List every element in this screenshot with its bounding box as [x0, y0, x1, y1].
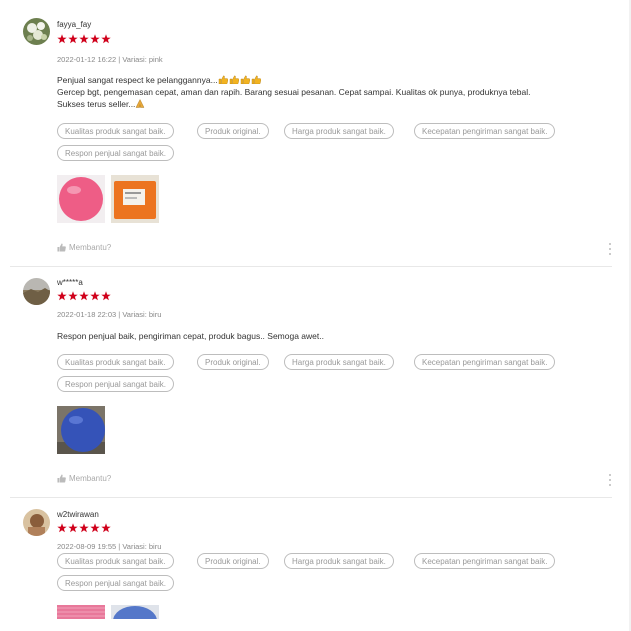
star-icon	[101, 34, 111, 44]
star-icon	[57, 34, 67, 44]
review-photo-blue-ball[interactable]	[57, 406, 105, 454]
star-icon	[68, 291, 78, 301]
comment-line: Respon penjual baik, pengiriman cepat, p…	[57, 331, 324, 341]
star-icon	[101, 523, 111, 533]
review-date-variant: 2022-08-09 19:55 | Variasi: biru	[57, 542, 162, 551]
divider	[10, 497, 612, 498]
review-tag: Kualitas produk sangat baik.	[57, 354, 174, 370]
review-date-variant: 2022-01-12 16:22 | Variasi: pink	[57, 55, 163, 64]
thumbs-up-emoji	[240, 75, 250, 84]
review-tag: Kecepatan pengiriman sangat baik.	[414, 354, 556, 370]
review-tag: Produk original.	[197, 123, 269, 139]
review-tag: Produk original.	[197, 553, 269, 569]
star-icon	[57, 523, 67, 533]
star-icon	[57, 291, 67, 301]
helpful-button[interactable]: Membantu?	[57, 243, 111, 252]
review-tag: Harga produk sangat baik.	[284, 123, 394, 139]
thumbs-up-emoji	[218, 75, 228, 84]
star-icon	[79, 34, 89, 44]
helpful-button[interactable]: Membantu?	[57, 474, 111, 483]
review-tag: Harga produk sangat baik.	[284, 354, 394, 370]
folded-hands-emoji	[136, 99, 145, 108]
star-icon	[90, 34, 100, 44]
comment-line: Penjual sangat respect ke pelanggannya..…	[57, 75, 218, 85]
review-photo-orange-package[interactable]	[111, 175, 159, 223]
helpful-label: Membantu?	[69, 474, 112, 483]
thumbs-up-icon	[57, 474, 66, 483]
review-photo-pink-ball[interactable]	[57, 605, 105, 619]
review-tag: Respon penjual sangat baik.	[57, 575, 174, 591]
review-photo-pink-ball[interactable]	[57, 175, 105, 223]
review-tag: Respon penjual sangat baik.	[57, 376, 174, 392]
avatar[interactable]	[23, 278, 50, 305]
thumbs-up-emoji	[229, 75, 239, 84]
reviewer-name[interactable]: fayya_fay	[57, 20, 91, 29]
review-comment: Penjual sangat respect ke pelanggannya..…	[57, 74, 587, 110]
star-icon	[79, 291, 89, 301]
review-tag: Kecepatan pengiriman sangat baik.	[414, 553, 556, 569]
star-icon	[68, 523, 78, 533]
review-date-variant: 2022-01-18 22:03 | Variasi: biru	[57, 310, 162, 319]
reviewer-name[interactable]: w2twirawan	[57, 510, 99, 519]
divider	[10, 266, 612, 267]
more-vertical-icon[interactable]	[607, 474, 613, 486]
star-rating	[57, 291, 111, 301]
thumbs-up-emoji	[251, 75, 261, 84]
comment-line: Gercep bgt, pengemasan cepat, aman dan r…	[57, 87, 531, 97]
avatar[interactable]	[23, 509, 50, 536]
star-icon	[68, 34, 78, 44]
review-tag: Kualitas produk sangat baik.	[57, 553, 174, 569]
avatar[interactable]	[23, 18, 50, 45]
review-photo-blue-ball[interactable]	[111, 605, 159, 619]
review-tag: Respon penjual sangat baik.	[57, 145, 174, 161]
star-rating	[57, 523, 111, 533]
star-rating	[57, 34, 111, 44]
comment-line: Sukses terus seller...	[57, 99, 136, 109]
reviewer-name[interactable]: w*****a	[57, 278, 83, 287]
star-icon	[90, 523, 100, 533]
star-icon	[79, 523, 89, 533]
review-tag: Harga produk sangat baik.	[284, 553, 394, 569]
review-tag: Kualitas produk sangat baik.	[57, 123, 174, 139]
helpful-label: Membantu?	[69, 243, 112, 252]
star-icon	[101, 291, 111, 301]
thumbs-up-icon	[57, 243, 66, 252]
review-tag: Produk original.	[197, 354, 269, 370]
review-comment: Respon penjual baik, pengiriman cepat, p…	[57, 330, 587, 342]
star-icon	[90, 291, 100, 301]
more-vertical-icon[interactable]	[607, 243, 613, 255]
review-tag: Kecepatan pengiriman sangat baik.	[414, 123, 556, 139]
